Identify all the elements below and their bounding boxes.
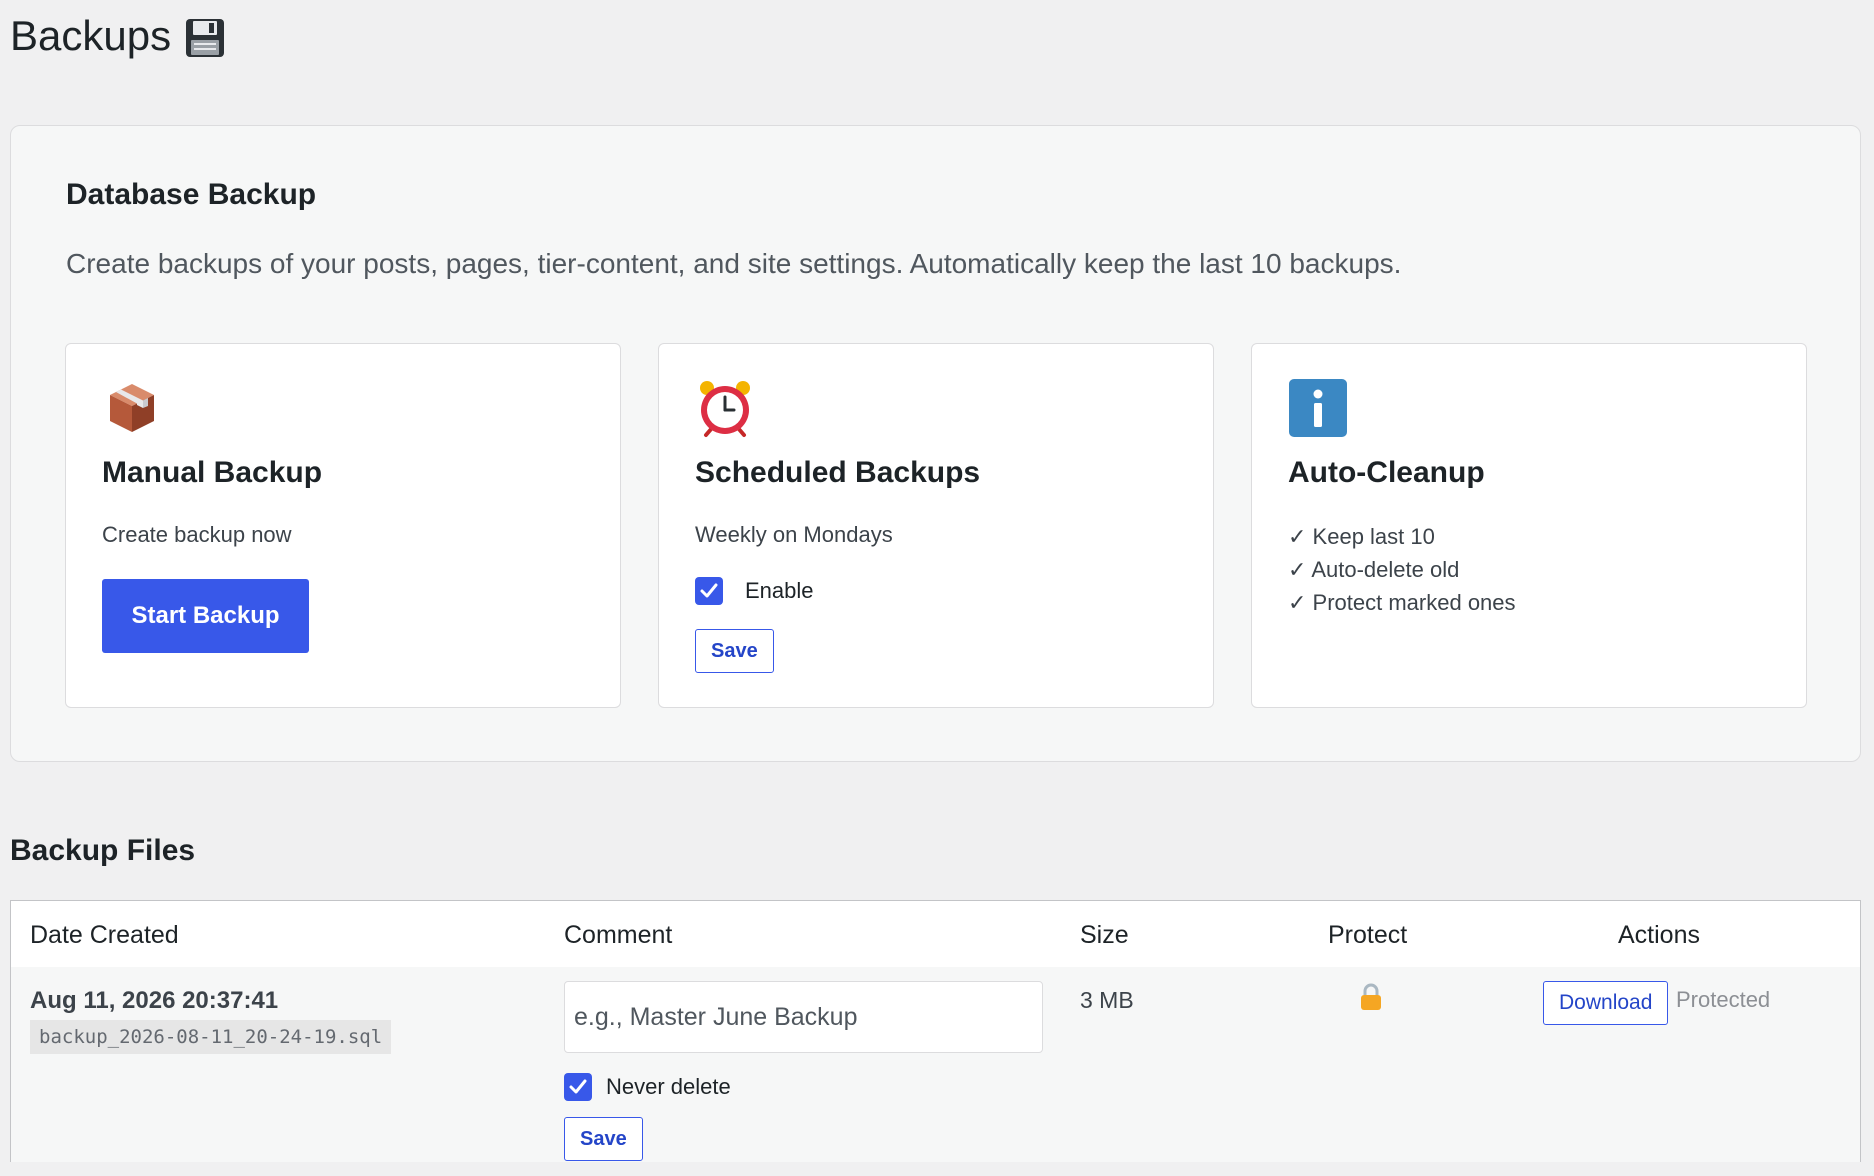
never-delete-row: Never delete [564, 1073, 731, 1101]
manual-backup-subtitle: Create backup now [102, 522, 292, 547]
schedule-frequency: Weekly on Mondays [695, 522, 893, 547]
download-button[interactable]: Download [1543, 981, 1669, 1025]
checkmark-icon [700, 583, 718, 598]
page-title: Backups [10, 8, 225, 64]
backup-date: Aug 11, 2026 20:37:41 [30, 987, 279, 1014]
scheduled-backups-title: Scheduled Backups [695, 456, 981, 489]
never-delete-checkbox[interactable] [564, 1073, 592, 1101]
table-row: Aug 11, 2026 20:37:41 backup_2026-08-11_… [11, 967, 1860, 1162]
cleanup-rule-auto-delete: ✓ Auto-delete old [1288, 557, 1460, 582]
column-protect: Protect [1328, 921, 1408, 949]
floppy-disk-icon [185, 16, 225, 57]
table-header: Date Created Comment Size Protect Action… [11, 901, 1860, 968]
manual-backup-card: Manual Backup Create backup now Start Ba… [65, 343, 621, 708]
save-schedule-button[interactable]: Save [695, 629, 774, 673]
column-size: Size [1080, 921, 1129, 949]
manual-backup-title: Manual Backup [102, 456, 323, 489]
package-icon [102, 378, 162, 438]
info-icon [1288, 378, 1348, 438]
column-actions: Actions [1618, 921, 1700, 949]
start-backup-button[interactable]: Start Backup [102, 579, 309, 653]
column-date-created: Date Created [30, 921, 179, 949]
panel-description: Create backups of your posts, pages, tie… [66, 248, 1402, 279]
cleanup-rule-keep-last: ✓ Keep last 10 [1288, 524, 1435, 549]
comment-input[interactable] [564, 981, 1043, 1053]
protected-status: Protected [1676, 987, 1771, 1012]
lock-icon [1360, 983, 1382, 1011]
scheduled-backups-card: Scheduled Backups Weekly on Mondays Enab… [658, 343, 1214, 708]
backup-files-title: Backup Files [10, 834, 196, 867]
never-delete-label: Never delete [606, 1074, 731, 1099]
column-comment: Comment [564, 921, 673, 949]
cleanup-rules-list: ✓ Keep last 10 ✓ Auto-delete old ✓ Prote… [1288, 520, 1516, 619]
alarm-clock-icon [695, 378, 755, 438]
enable-schedule-checkbox[interactable] [695, 577, 723, 605]
backup-files-table: Date Created Comment Size Protect Action… [10, 900, 1861, 1162]
page-title-text: Backups [10, 12, 172, 59]
backup-filename: backup_2026-08-11_20-24-19.sql [30, 1020, 392, 1054]
auto-cleanup-title: Auto-Cleanup [1288, 456, 1485, 489]
cleanup-rule-protect: ✓ Protect marked ones [1288, 590, 1516, 615]
save-comment-button[interactable]: Save [564, 1117, 643, 1161]
backup-size: 3 MB [1080, 987, 1134, 1013]
database-backup-panel: Database Backup Create backups of your p… [10, 125, 1861, 762]
enable-schedule-label: Enable [745, 578, 814, 603]
panel-title: Database Backup [66, 178, 317, 211]
enable-schedule-row: Enable [695, 577, 814, 605]
backups-page: Backups Database Backup Create backups o… [0, 0, 1874, 1176]
checkmark-icon [569, 1079, 587, 1094]
auto-cleanup-card: Auto-Cleanup ✓ Keep last 10 ✓ Auto-delet… [1251, 343, 1807, 708]
